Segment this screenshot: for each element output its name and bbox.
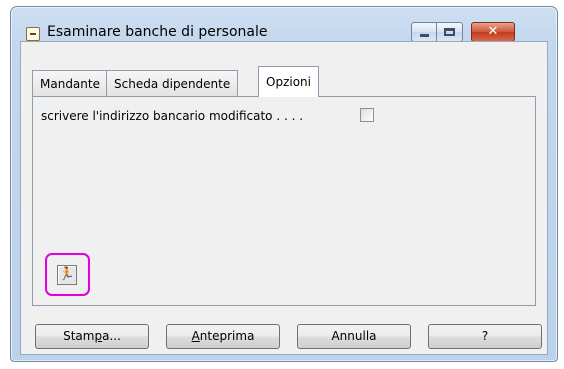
highlight-ring: 🏃	[45, 253, 90, 296]
options-tab-panel: scrivere l'indirizzo bancario modificato…	[32, 96, 536, 306]
minimize-button[interactable]	[411, 22, 437, 42]
tab-label: Scheda dipendente	[114, 77, 231, 91]
dialog-client-area: Mandante Scheda dipendente Opzioni scriv…	[20, 41, 548, 355]
tab-opzioni[interactable]: Opzioni	[258, 66, 319, 97]
modified-bank-address-checkbox[interactable]	[360, 108, 374, 122]
app-icon	[26, 27, 40, 41]
tab-label: Mandante	[40, 77, 100, 91]
run-button[interactable]: 🏃	[57, 265, 77, 285]
running-figure-icon: 🏃	[58, 267, 76, 282]
tab-label: Opzioni	[266, 75, 311, 89]
close-icon: ✕	[487, 24, 499, 39]
print-button[interactable]: Stampa...	[35, 324, 149, 349]
tab-mandante[interactable]: Mandante	[32, 70, 108, 96]
minimize-icon	[420, 34, 429, 37]
help-button[interactable]: ?	[428, 324, 542, 349]
dialog-window: Esaminare banche di personale ✕ Mandante…	[10, 6, 558, 362]
maximize-button[interactable]	[437, 22, 463, 42]
preview-button[interactable]: Anteprima	[166, 324, 280, 349]
window-title: Esaminare banche di personale	[47, 24, 268, 40]
cancel-button[interactable]: Annulla	[297, 324, 411, 349]
title-bar[interactable]: Esaminare banche di personale ✕	[11, 7, 557, 42]
modified-bank-address-label: scrivere l'indirizzo bancario modificato…	[41, 109, 304, 123]
maximize-icon	[444, 28, 455, 36]
tab-scheda-dipendente[interactable]: Scheda dipendente	[106, 70, 239, 96]
close-button[interactable]: ✕	[471, 22, 515, 42]
